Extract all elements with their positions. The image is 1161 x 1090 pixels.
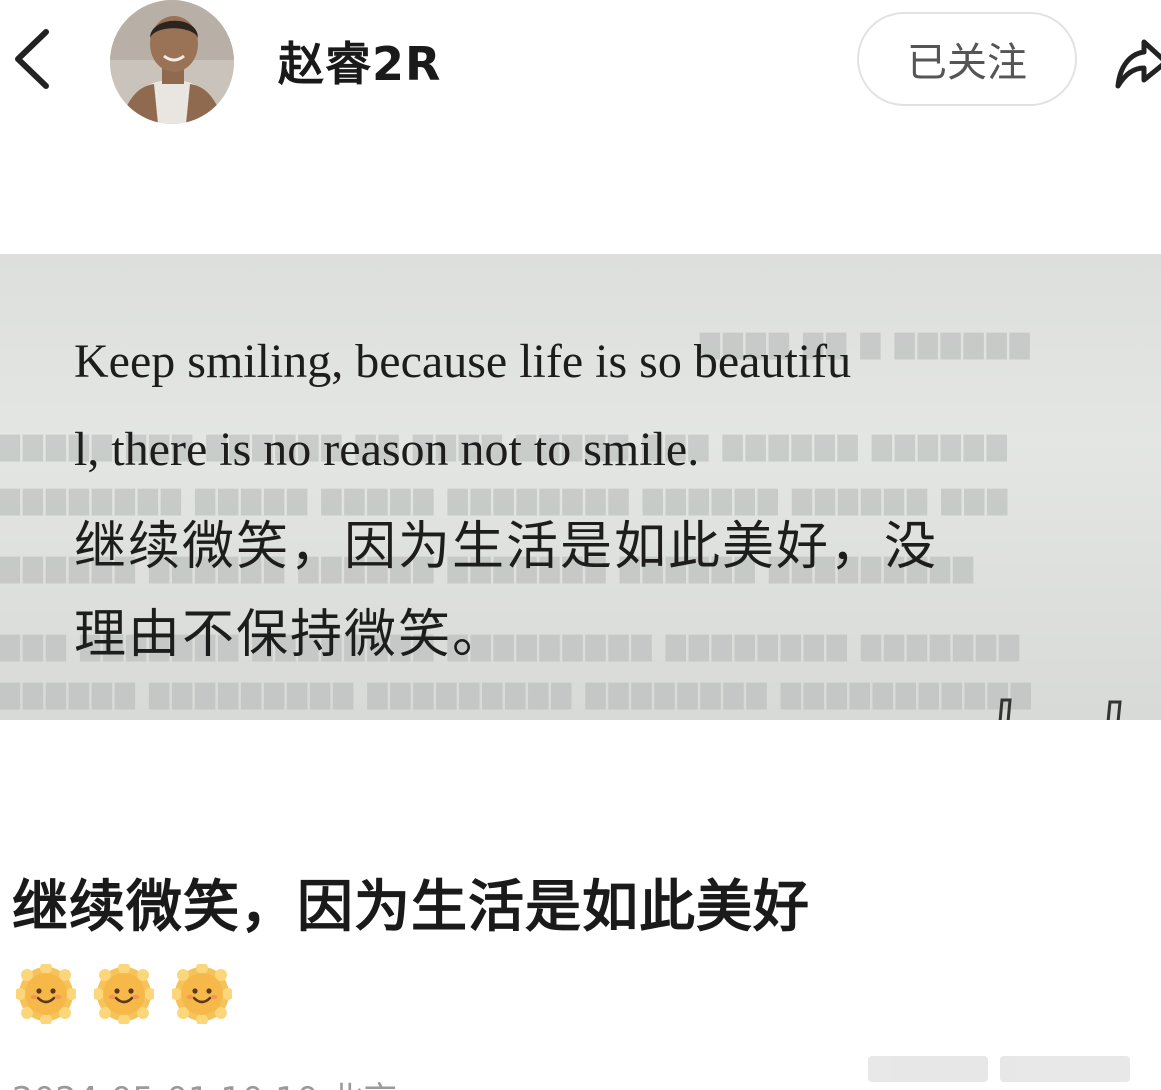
quote-chinese-line-2: 理由不保持微笑。: [74, 605, 507, 665]
action-bar: [868, 1050, 1161, 1090]
username[interactable]: 赵睿2R: [278, 28, 441, 94]
post-text: 继续微笑，因为生活是如此美好: [12, 875, 810, 940]
back-button[interactable]: [8, 24, 58, 94]
avatar[interactable]: [110, 0, 234, 124]
action-placeholder[interactable]: [1000, 1056, 1130, 1082]
sun-smile-icon: [94, 964, 154, 1024]
faint-text-line: ▇▇▇▇▇▇ ▇▇▇▇▇▇▇▇▇ ▇▇▇▇▇▇▇▇▇ ▇▇▇▇▇▇▇▇ ▇▇▇▇…: [0, 680, 1034, 710]
chevron-left-icon: [15, 29, 49, 89]
sun-smile-icon: [172, 964, 232, 1024]
post-detail-page: 赵睿2R 已关注 ▇▇▇▇ ▇▇ ▇ ▇▇▇▇▇▇ ▇▇▇▇▇ ▇▇▇ ▇▇▇▇…: [0, 0, 1161, 1090]
quote-chinese-line-1: 继续微笑，因为生活是如此美好，没: [74, 517, 939, 577]
post-meta: 2024-05-01 10:10 北京: [12, 1072, 397, 1090]
avatar-photo: [110, 0, 234, 124]
post-image[interactable]: ▇▇▇▇ ▇▇ ▇ ▇▇▇▇▇▇ ▇▇▇▇▇ ▇▇▇ ▇▇▇▇▇▇ ▇▇ ▇▇▇…: [0, 254, 1161, 720]
follow-button[interactable]: 已关注: [857, 12, 1077, 106]
quote-english-line-1: Keep smiling, because life is so beautif…: [74, 335, 852, 388]
action-placeholder[interactable]: [868, 1056, 988, 1082]
sun-smile-icon: [16, 964, 76, 1024]
quote-english-line-2: l, there is no reason not to smile.: [74, 423, 700, 476]
share-icon[interactable]: [1110, 36, 1161, 96]
post-header: 赵睿2R 已关注: [0, 0, 1161, 124]
pen-mark: [998, 698, 1122, 720]
emoji-row: [16, 964, 232, 1024]
